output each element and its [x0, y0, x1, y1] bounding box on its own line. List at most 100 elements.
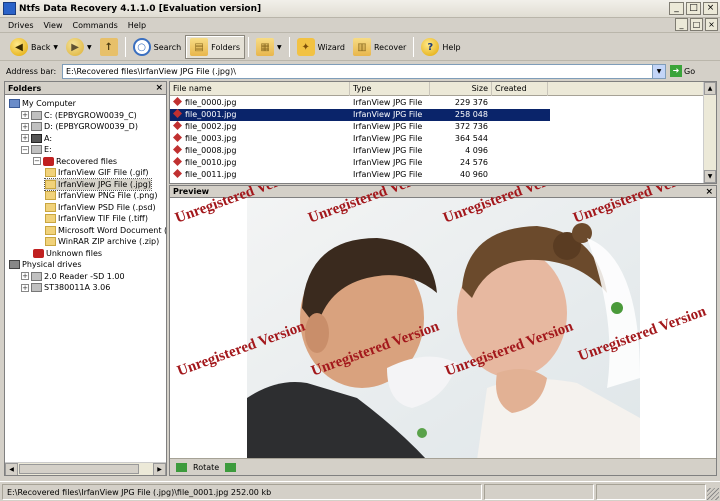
scroll-up-icon[interactable]: ▲ — [704, 82, 716, 95]
views-button[interactable]: ▦ ▼ — [252, 35, 286, 59]
file-size: 364 544 — [454, 134, 488, 143]
help-button[interactable]: ? Help — [417, 35, 464, 59]
tree-node[interactable]: IrfanView GIF File (.gif) — [45, 167, 149, 178]
close-button[interactable]: × — [703, 2, 718, 15]
jpg-file-icon — [173, 157, 182, 166]
views-dropdown-icon[interactable]: ▼ — [277, 44, 282, 51]
wizard-button[interactable]: ✦ Wizard — [293, 35, 349, 59]
tree-node-label: C: (EPBYGROW0039_C) — [44, 110, 137, 120]
collapse-icon[interactable]: − — [33, 157, 41, 165]
collapse-icon[interactable]: − — [21, 145, 29, 154]
forward-dropdown-icon[interactable]: ▼ — [87, 44, 92, 51]
column-file-name[interactable]: File name — [170, 82, 350, 96]
file-type: IrfanView JPG File — [353, 134, 423, 143]
tree-node-label: IrfanView PSD File (.psd) — [58, 202, 156, 212]
forward-button[interactable]: ▶ ▼ — [62, 35, 96, 59]
recover-button[interactable]: ▥ Recover — [349, 35, 410, 59]
column-type[interactable]: Type — [350, 82, 430, 96]
tree-node[interactable]: Physical drives — [9, 259, 82, 270]
tree-node[interactable]: − Recovered files — [33, 156, 117, 167]
back-label: Back — [31, 42, 51, 52]
go-button[interactable]: ➜ Go — [670, 65, 695, 77]
maximize-button[interactable]: □ — [686, 2, 701, 15]
tree-node[interactable]: − E: — [21, 144, 52, 155]
file-type: IrfanView JPG File — [353, 170, 423, 179]
go-label: Go — [684, 66, 696, 76]
mdi-maximize-button[interactable]: □ — [690, 18, 703, 31]
tree-node[interactable]: + ST380011A 3.06 — [21, 282, 110, 293]
tree-node-label: My Computer — [22, 99, 76, 108]
back-dropdown-icon[interactable]: ▼ — [53, 44, 58, 51]
menu-view[interactable]: View — [44, 21, 63, 30]
menu-drives[interactable]: Drives — [8, 21, 34, 30]
file-row[interactable]: file_0008.jpg IrfanView JPG File 4 096 — [170, 145, 550, 157]
rotate-bar: Rotate — [170, 458, 716, 475]
file-row[interactable]: file_0011.jpg IrfanView JPG File 40 960 — [170, 169, 550, 181]
expand-icon[interactable]: + — [21, 283, 29, 292]
expand-icon[interactable]: + — [21, 122, 29, 131]
menu-commands[interactable]: Commands — [72, 21, 117, 30]
file-row[interactable]: file_0003.jpg IrfanView JPG File 364 544 — [170, 133, 550, 145]
recovered-files-icon — [43, 156, 54, 166]
file-name-cell: file_0008.jpg — [173, 145, 236, 157]
tree-node[interactable]: WinRAR ZIP archive (.zip) — [45, 236, 159, 247]
file-row[interactable]: file_0002.jpg IrfanView JPG File 372 736 — [170, 121, 550, 133]
scroll-thumb[interactable] — [19, 464, 139, 474]
preview-close-icon[interactable]: × — [705, 186, 713, 198]
tree-node[interactable]: IrfanView TIF File (.tiff) — [45, 213, 148, 224]
tree-node[interactable]: + D: (EPBYGROW0039_D) — [21, 121, 138, 132]
jpg-file-icon — [173, 121, 182, 130]
scroll-right-icon[interactable]: ▶ — [153, 463, 166, 475]
wizard-label: Wizard — [317, 42, 345, 52]
scroll-down-icon[interactable]: ▼ — [704, 170, 716, 183]
file-row[interactable]: file_0000.jpg IrfanView JPG File 229 376 — [170, 97, 550, 109]
column-created[interactable]: Created — [492, 82, 548, 96]
tree-node[interactable]: IrfanView PNG File (.png) — [45, 190, 157, 201]
file-row[interactable]: file_0010.jpg IrfanView JPG File 24 576 — [170, 157, 550, 169]
folders-pane: Folders × My Computer + C: (EPBYGROW0039_C… — [4, 81, 167, 476]
scroll-left-icon[interactable]: ◀ — [5, 463, 18, 475]
file-list-header: File name Type Size Created — [170, 82, 710, 96]
tree-node[interactable]: +2.0 Reader -SD 1.00 — [21, 271, 125, 282]
rotate-left-icon[interactable] — [176, 462, 187, 472]
mdi-minimize-button[interactable]: _ — [675, 18, 688, 31]
mdi-close-button[interactable]: × — [705, 18, 718, 31]
file-size: 40 960 — [460, 170, 488, 179]
folder-icon — [45, 202, 56, 212]
tree-node[interactable]: + A: — [21, 133, 52, 144]
rotate-right-icon[interactable] — [225, 462, 237, 472]
file-list-vertical-scrollbar[interactable]: ▲ ▼ — [703, 82, 716, 183]
file-name: file_0001.jpg — [185, 110, 237, 119]
expand-icon[interactable]: + — [21, 272, 29, 280]
column-size[interactable]: Size — [430, 82, 492, 96]
tree-node[interactable]: My Computer — [9, 98, 76, 109]
tree-node[interactable]: Microsoft Word Document (.d — [45, 225, 166, 236]
tree-node[interactable]: IrfanView PSD File (.psd) — [45, 202, 156, 213]
folders-button[interactable]: ▤ Folders — [185, 35, 246, 59]
minimize-button[interactable]: _ — [669, 2, 684, 15]
tree-node[interactable]: + C: (EPBYGROW0039_C) — [21, 110, 137, 121]
address-dropdown-icon[interactable]: ▼ — [652, 64, 665, 78]
folders-horizontal-scrollbar[interactable]: ◀ ▶ — [5, 462, 166, 475]
tree-node-label: IrfanView GIF File (.gif) — [58, 168, 149, 177]
file-name-cell: file_0003.jpg — [173, 133, 236, 145]
address-input[interactable]: E:\Recovered files\IrfanView JPG File (.… — [62, 63, 666, 79]
tree-node-label: IrfanView PNG File (.png) — [58, 191, 158, 200]
up-folder-button[interactable]: ↑ — [96, 35, 122, 59]
toolbar-separator — [413, 37, 415, 57]
expand-icon[interactable]: + — [21, 134, 29, 142]
drive-icon — [31, 110, 42, 120]
tree-node[interactable]: Unknown files — [33, 248, 102, 259]
tree-node[interactable]: IrfanView JPG File (.jpg) — [44, 177, 152, 191]
file-row[interactable]: file_0001.jpg IrfanView JPG File 258 048 — [170, 109, 550, 121]
folders-close-icon[interactable]: × — [155, 82, 163, 95]
tree-node-label: D: (EPBYGROW0039_D) — [44, 122, 138, 131]
resize-grip-icon[interactable] — [707, 488, 719, 500]
tree-node-label: IrfanView TIF File (.tiff) — [58, 214, 148, 223]
search-button[interactable]: ○ Search — [129, 35, 185, 59]
expand-icon[interactable]: + — [21, 111, 29, 119]
tree-node-label: 2.0 Reader -SD 1.00 — [44, 271, 125, 281]
back-button[interactable]: ◀ Back ▼ — [6, 35, 62, 59]
tree-node-label: Physical drives — [22, 260, 82, 269]
menu-help[interactable]: Help — [128, 21, 146, 30]
